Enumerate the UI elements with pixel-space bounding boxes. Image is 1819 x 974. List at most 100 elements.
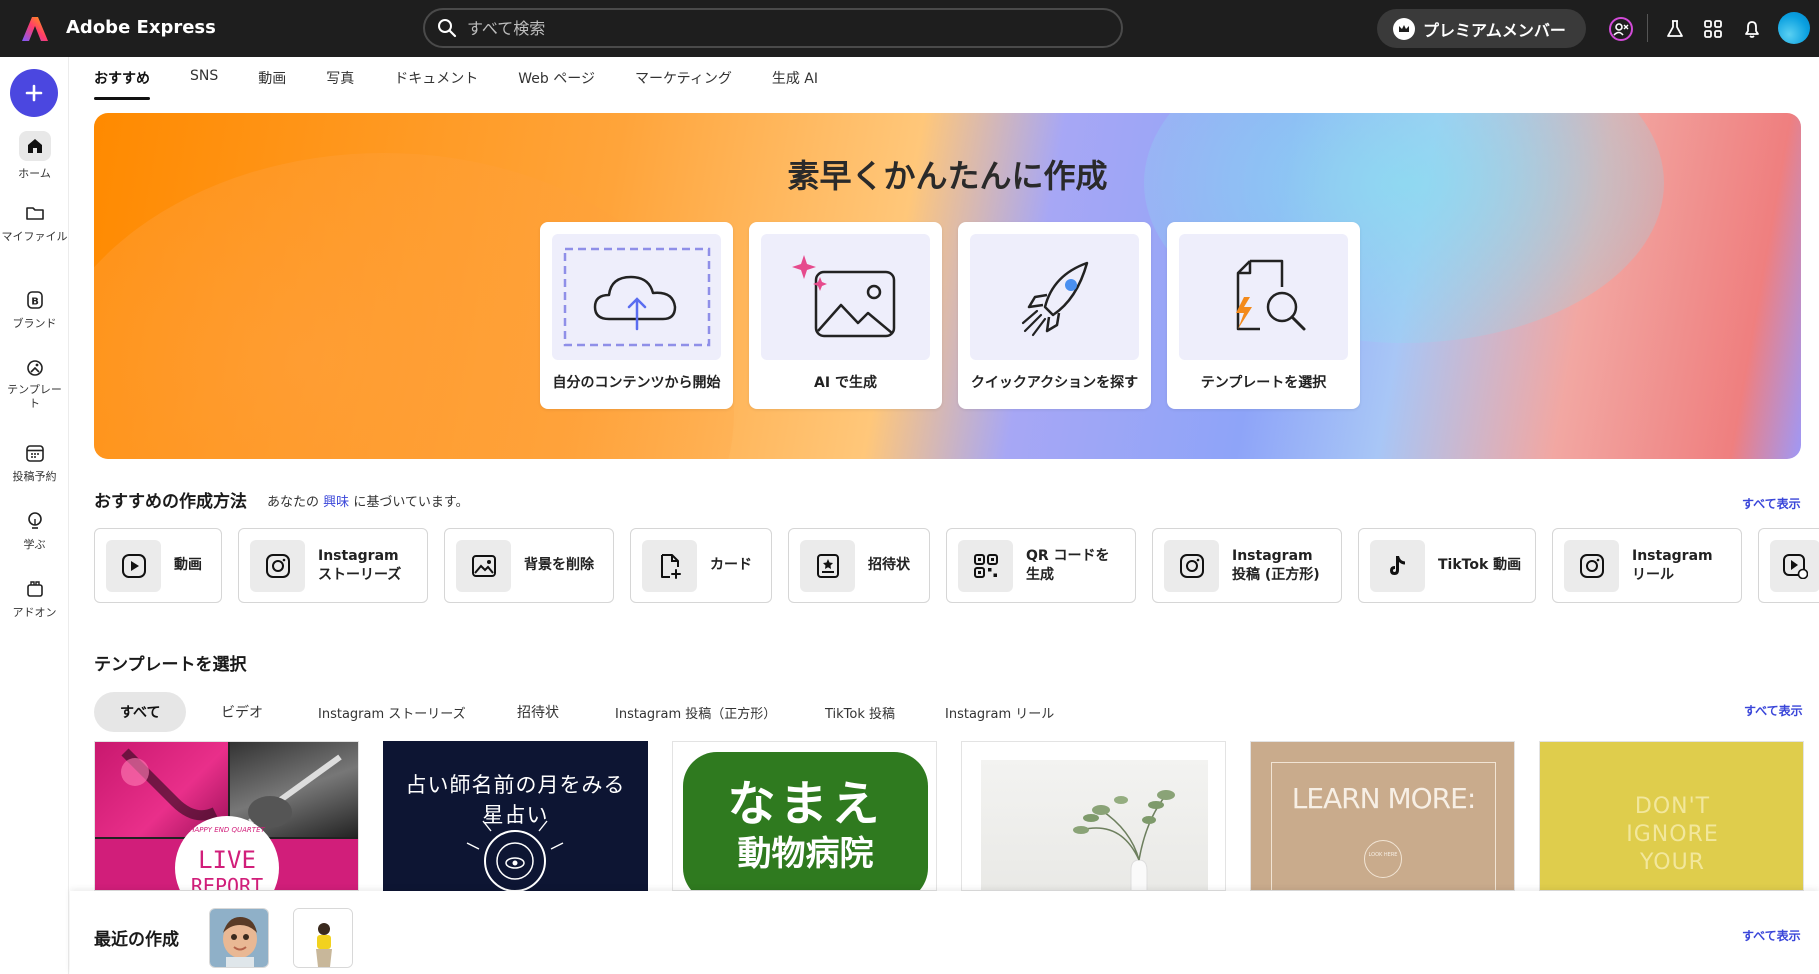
template-fortune[interactable]: 占い師名前の月をみる星占い	[383, 741, 648, 891]
hero-title: 素早くかんたんに作成	[787, 157, 1108, 195]
tab-document[interactable]: ドキュメント	[394, 60, 478, 100]
notification-bell-icon[interactable]	[1739, 16, 1765, 42]
filter-instagram-stories[interactable]: Instagram ストーリーズ	[318, 692, 466, 732]
action-label: Instagram 投稿 (正方形)	[1232, 547, 1320, 583]
subtitle-suffix: に基づいています。	[353, 495, 469, 510]
action-invitation[interactable]: 招待状	[788, 528, 930, 603]
tiktok-icon	[1370, 539, 1425, 592]
action-label: 背景を削除	[524, 557, 594, 573]
filter-tiktok-post[interactable]: TikTok 投稿	[825, 692, 895, 732]
action-tiktok-video[interactable]: TikTok 動画	[1358, 528, 1536, 603]
recent-creations-bar: 最近の作成 すべて表示	[70, 891, 1819, 974]
adobe-express-logo[interactable]	[20, 14, 50, 44]
recommended-subtitle: あなたの 興味 に基づいています。	[267, 491, 469, 510]
hero-card-ai-generate[interactable]: AI で生成	[749, 222, 942, 409]
sidebar-item-templates[interactable]: テンプレート	[0, 357, 69, 411]
rocket-icon	[1021, 261, 1088, 337]
template-text-live: LIVE	[198, 846, 256, 874]
search-box[interactable]	[423, 8, 1123, 48]
brand-icon: B	[26, 291, 43, 309]
filter-invitation[interactable]: 招待状	[517, 692, 559, 732]
hero-card-quick-actions[interactable]: クイックアクションを探す	[958, 222, 1151, 409]
template-live-report[interactable]: HAPPY END QUARTET LIVE REPORT	[94, 741, 359, 891]
template-search-icon	[1235, 259, 1305, 331]
sidebar-item-home[interactable]: ホーム	[0, 131, 69, 181]
action-qr-code[interactable]: QR コードを 生成	[946, 528, 1136, 603]
template-look-here-badge	[1364, 840, 1402, 878]
sidebar-item-brand[interactable]: B ブランド	[0, 289, 69, 331]
folder-icon	[25, 207, 44, 220]
tab-recommended[interactable]: おすすめ	[94, 60, 150, 100]
template-text-band: HAPPY END QUARTET	[189, 826, 265, 834]
recent-see-all-link[interactable]: すべて表示	[1742, 927, 1801, 944]
labs-flask-icon[interactable]	[1662, 16, 1688, 42]
collaborate-icon[interactable]	[1608, 16, 1634, 42]
instagram-icon	[1164, 539, 1219, 592]
instagram-icon	[250, 539, 305, 592]
template-text-name: なまえ	[727, 776, 884, 832]
recommended-see-all-link[interactable]: すべて表示	[1742, 495, 1801, 512]
plus-icon	[25, 84, 43, 102]
templates-see-all-link[interactable]: すべて表示	[1744, 702, 1803, 719]
template-text-your: YOUR	[1640, 850, 1705, 875]
action-video[interactable]: 動画	[94, 528, 222, 603]
video-sticker-icon	[1770, 539, 1819, 592]
action-remove-background[interactable]: 背景を削除	[444, 528, 614, 603]
app-title[interactable]: Adobe Express	[66, 17, 216, 38]
action-label: Instagram ストーリーズ	[318, 547, 402, 583]
tab-generative-ai[interactable]: 生成 AI	[772, 60, 818, 100]
template-plant-photo	[981, 760, 1208, 890]
tab-video[interactable]: 動画	[258, 60, 286, 100]
sidebar-item-addons[interactable]: アドオン	[0, 578, 69, 620]
action-label: 動画	[174, 557, 202, 573]
search-input[interactable]	[467, 18, 1067, 38]
recent-item-baby-portrait[interactable]	[209, 908, 269, 968]
action-label: 招待状	[868, 557, 910, 573]
action-card[interactable]: カード	[630, 528, 772, 603]
create-new-button[interactable]	[10, 69, 58, 117]
upload-cloud-icon	[563, 247, 710, 347]
hero-card-choose-template[interactable]: テンプレートを選択	[1167, 222, 1360, 409]
action-instagram-reels[interactable]: Instagram リール	[1552, 528, 1742, 603]
recent-item-figure[interactable]	[293, 908, 353, 968]
template-animal-hospital[interactable]: なまえ 動物病院	[672, 741, 937, 891]
filter-instagram-reels[interactable]: Instagram リール	[945, 692, 1054, 732]
recommended-title: おすすめの作成方法	[94, 492, 247, 512]
template-learn-more[interactable]: LEARN MORE: LOOK HERE	[1250, 741, 1515, 891]
action-instagram-post-square[interactable]: Instagram 投稿 (正方形)	[1152, 528, 1342, 603]
card-art	[1179, 234, 1348, 360]
action-video-more[interactable]	[1758, 528, 1819, 603]
action-label: Instagram リール	[1632, 547, 1713, 583]
filter-instagram-post[interactable]: Instagram 投稿（正方形）	[615, 692, 776, 732]
template-dont-ignore[interactable]: DON'T IGNORE YOUR	[1539, 741, 1804, 891]
calendar-icon	[25, 445, 44, 462]
action-label: TikTok 動画	[1438, 557, 1522, 573]
ai-image-icon	[791, 255, 895, 338]
premium-member-button[interactable]: プレミアムメンバー	[1377, 9, 1586, 48]
templates-icon	[26, 360, 43, 376]
play-icon	[106, 539, 161, 592]
hero-card-label: クイックアクションを探す	[970, 375, 1139, 391]
sidebar-item-label: ブランド	[12, 317, 57, 330]
left-sidebar: ホーム マイファイル B ブランド テンプレート 投稿予約 学ぶ アドオン	[0, 57, 69, 974]
filter-all[interactable]: すべて	[94, 692, 187, 732]
remove-background-icon	[456, 539, 511, 592]
sidebar-item-learn[interactable]: 学ぶ	[0, 510, 69, 552]
card-icon	[642, 539, 697, 592]
hero-card-upload[interactable]: 自分のコンテンツから開始	[540, 222, 733, 409]
tab-photo[interactable]: 写真	[326, 60, 354, 100]
invitation-icon	[800, 539, 855, 592]
action-instagram-stories[interactable]: Instagram ストーリーズ	[238, 528, 428, 603]
user-avatar[interactable]	[1778, 12, 1810, 44]
sidebar-item-my-files[interactable]: マイファイル	[0, 202, 69, 244]
tab-sns[interactable]: SNS	[190, 60, 218, 100]
tab-marketing[interactable]: マーケティング	[635, 60, 732, 100]
interests-link[interactable]: 興味	[323, 495, 349, 510]
sidebar-item-schedule[interactable]: 投稿予約	[0, 442, 69, 484]
hero-card-label: テンプレートを選択	[1200, 375, 1327, 391]
apps-grid-icon[interactable]	[1700, 16, 1726, 42]
tab-webpage[interactable]: Web ページ	[518, 60, 595, 100]
action-label: QR コードを 生成	[1026, 547, 1110, 583]
template-plant[interactable]	[961, 741, 1226, 891]
filter-video[interactable]: ビデオ	[221, 692, 263, 732]
